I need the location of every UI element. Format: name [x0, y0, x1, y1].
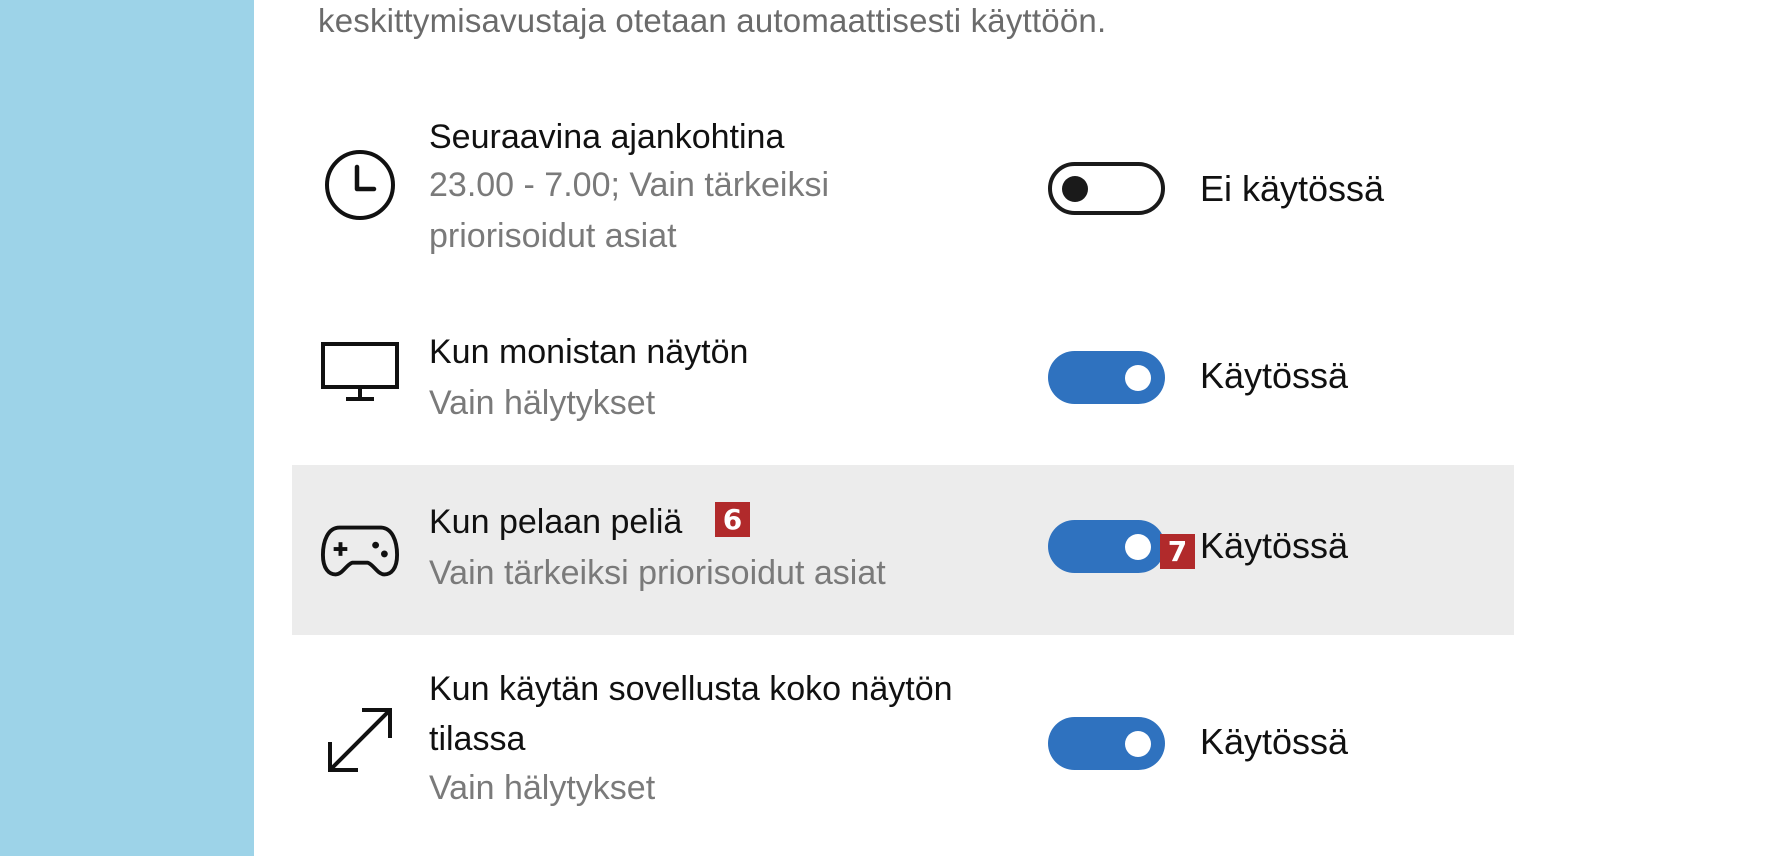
fullscreen-app-toggle[interactable]	[1048, 717, 1165, 770]
monitor-icon	[320, 332, 400, 412]
rule-duplicating-display[interactable]: Kun monistan näytön Vain hälytykset Käyt…	[292, 318, 1514, 458]
toggle-knob	[1062, 175, 1088, 202]
rule-title-line1: Kun käytän sovellusta koko näytön	[429, 670, 953, 708]
playing-game-toggle[interactable]	[1048, 520, 1165, 573]
gamepad-icon	[320, 510, 400, 590]
rule-scheduled-times[interactable]: Seuraavina ajankohtina 23.00 - 7.00; Vai…	[292, 100, 1514, 270]
rule-fullscreen-app[interactable]: Kun käytän sovellusta koko näytön tilass…	[292, 662, 1514, 822]
clock-icon	[320, 145, 400, 225]
scheduled-times-toggle[interactable]	[1048, 162, 1165, 215]
rule-title: Seuraavina ajankohtina	[429, 118, 785, 156]
toggle-knob	[1125, 730, 1151, 757]
rule-playing-game[interactable]: Kun pelaan peliä Vain tärkeiksi prioriso…	[292, 465, 1514, 635]
callout-badge-7: 7	[1160, 534, 1195, 569]
rule-title: Kun pelaan peliä	[429, 503, 683, 541]
intro-text: keskittymisavustaja otetaan automaattise…	[318, 2, 1107, 39]
rule-subtitle-line2: priorisoidut asiat	[429, 217, 677, 255]
rule-title-line2: tilassa	[429, 720, 526, 758]
sidebar-strip	[0, 0, 254, 856]
rule-subtitle: Vain hälytykset	[429, 769, 656, 807]
rule-subtitle-line1: 23.00 - 7.00; Vain tärkeiksi	[429, 166, 830, 204]
rule-subtitle: Vain tärkeiksi priorisoidut asiat	[429, 554, 886, 592]
toggle-label: Ei käytössä	[1200, 168, 1385, 209]
toggle-knob	[1125, 533, 1151, 560]
toggle-knob	[1125, 364, 1151, 391]
toggle-label: Käytössä	[1200, 721, 1349, 762]
callout-badge-6: 6	[715, 502, 750, 537]
rule-subtitle: Vain hälytykset	[429, 384, 656, 422]
rule-title: Kun monistan näytön	[429, 333, 749, 371]
toggle-label: Käytössä	[1200, 525, 1349, 566]
toggle-label: Käytössä	[1200, 355, 1349, 396]
fullscreen-arrows-icon	[320, 700, 400, 780]
duplicating-display-toggle[interactable]	[1048, 351, 1165, 404]
